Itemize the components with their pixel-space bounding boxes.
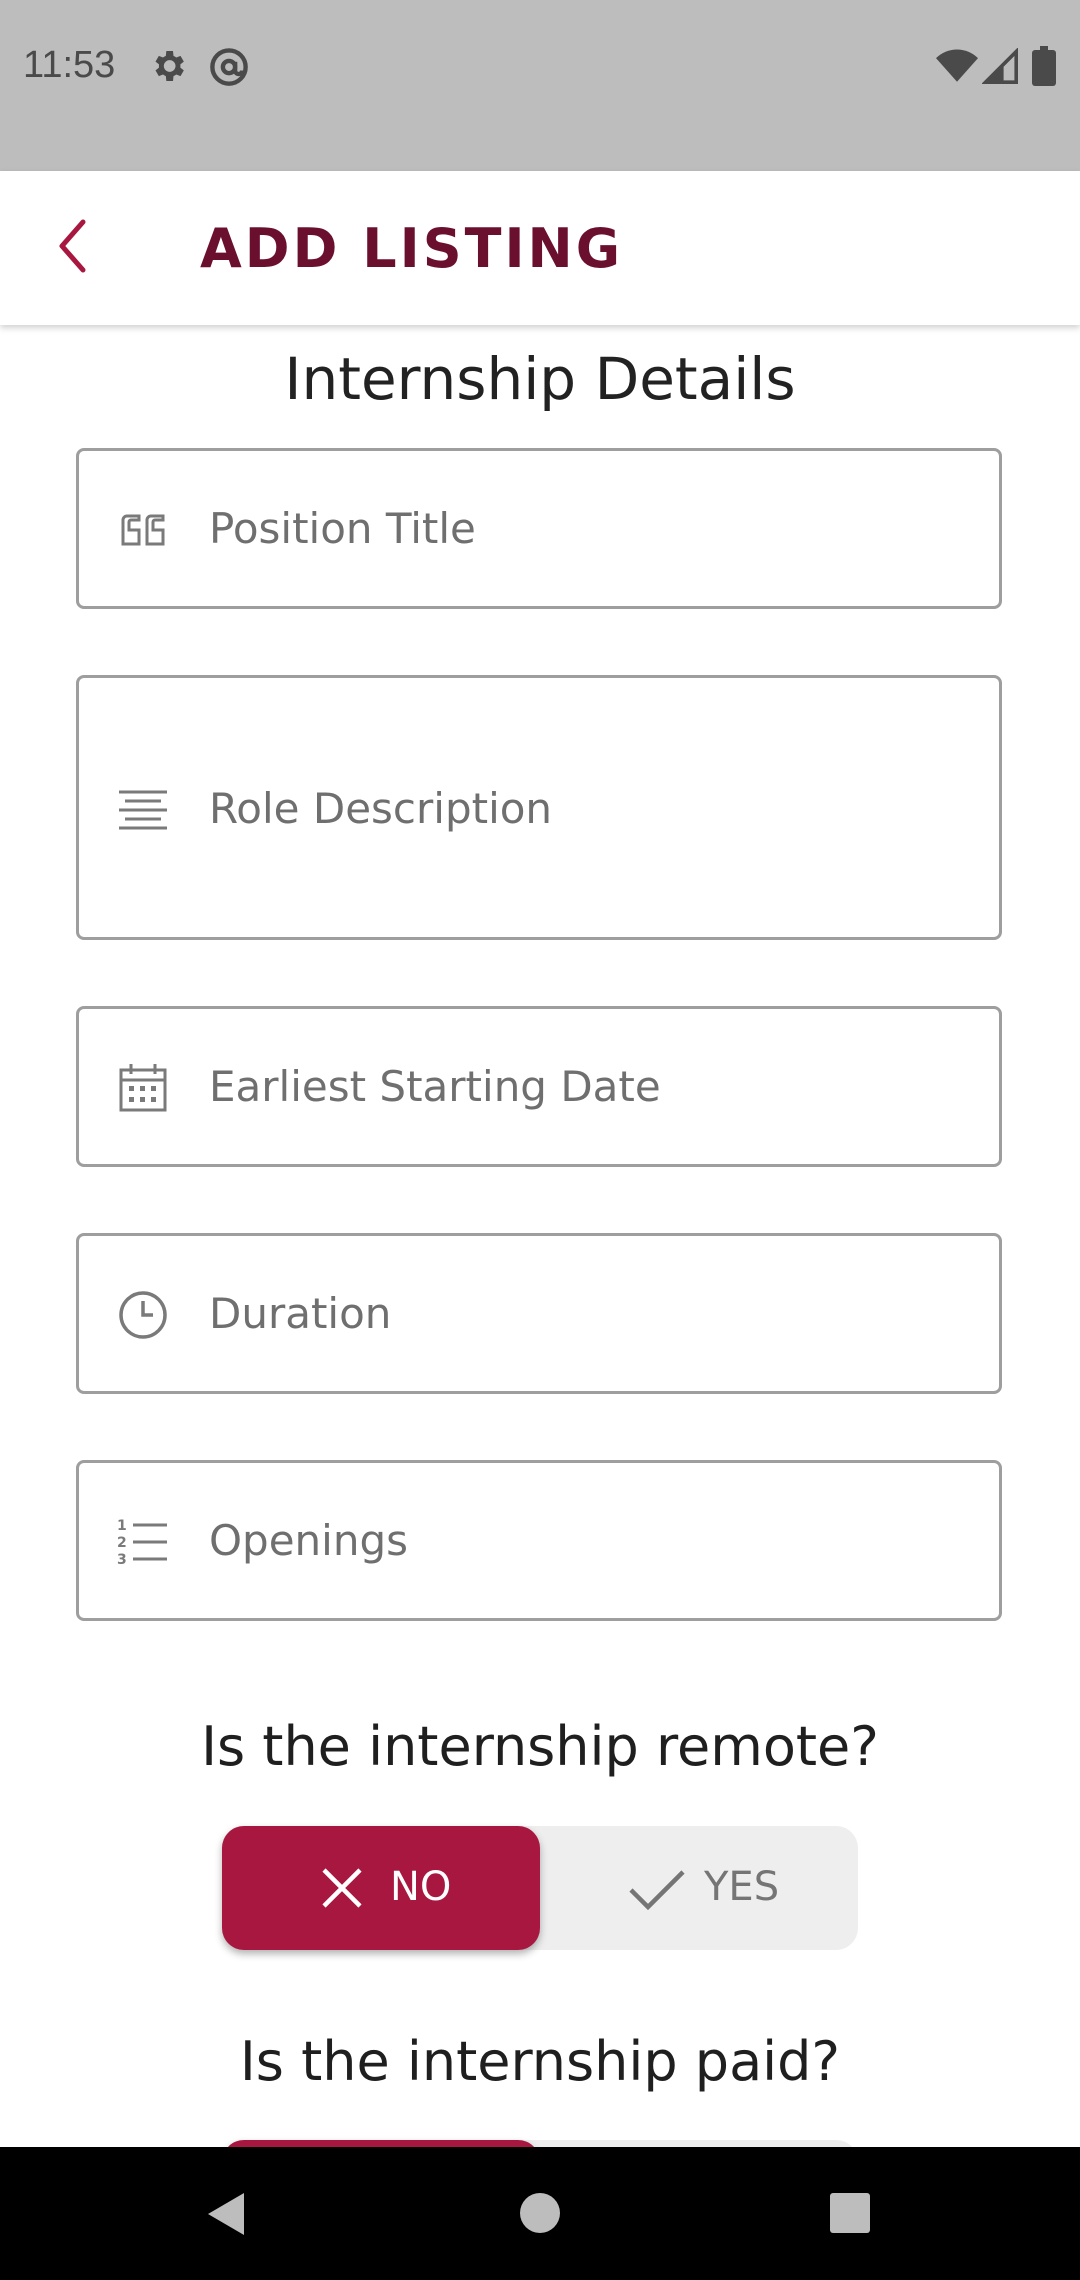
gear-icon: [155, 51, 184, 81]
remote-yes-label: YES: [704, 1864, 780, 1910]
app-bar: ADD LISTING: [0, 171, 1080, 325]
text-align-icon: [119, 790, 167, 830]
status-time: 11:53: [23, 44, 116, 86]
close-icon: [322, 1868, 362, 1908]
at-sign-icon: [210, 48, 248, 86]
openings-field[interactable]: 123 Openings: [76, 1460, 1002, 1621]
signal-icon: [982, 48, 1018, 84]
wifi-icon: [936, 49, 978, 82]
earliest-starting-date-placeholder: Earliest Starting Date: [209, 1062, 661, 1111]
quote-icon: [121, 514, 165, 546]
clock-icon: [119, 1291, 167, 1339]
earliest-starting-date-field[interactable]: Earliest Starting Date: [76, 1006, 1002, 1167]
back-triangle-icon[interactable]: [206, 2191, 246, 2237]
position-title-placeholder: Position Title: [209, 504, 476, 553]
duration-field[interactable]: Duration: [76, 1233, 1002, 1394]
calendar-icon: [119, 1064, 167, 1112]
remote-no-button[interactable]: NO: [222, 1826, 540, 1950]
openings-placeholder: Openings: [209, 1516, 409, 1565]
position-title-field[interactable]: Position Title: [76, 448, 1002, 609]
numbered-list-icon: 123: [117, 1518, 167, 1568]
remote-toggle-group: NO YES: [222, 1826, 858, 1950]
battery-icon: [1032, 46, 1056, 86]
remote-question-label: Is the internship remote?: [201, 1715, 879, 1778]
remote-no-label: NO: [390, 1864, 452, 1910]
role-description-placeholder: Role Description: [209, 784, 553, 833]
remote-yes-button[interactable]: YES: [540, 1826, 858, 1950]
section-title: Internship Details: [284, 345, 796, 413]
svg-text:2: 2: [117, 1535, 127, 1551]
recents-square-icon[interactable]: [828, 2191, 872, 2235]
duration-placeholder: Duration: [209, 1289, 392, 1338]
back-button[interactable]: [40, 206, 110, 286]
check-icon: [629, 1870, 685, 1911]
chevron-left-icon: [59, 219, 86, 273]
status-bar: 11:53: [0, 0, 1080, 171]
page-title: ADD LISTING: [200, 217, 624, 280]
svg-text:3: 3: [117, 1552, 127, 1568]
svg-text:1: 1: [117, 1518, 127, 1534]
home-circle-icon[interactable]: [518, 2191, 562, 2235]
navigation-bar: [0, 2147, 1080, 2280]
role-description-field[interactable]: Role Description: [76, 675, 1002, 940]
paid-question-label: Is the internship paid?: [239, 2030, 841, 2093]
